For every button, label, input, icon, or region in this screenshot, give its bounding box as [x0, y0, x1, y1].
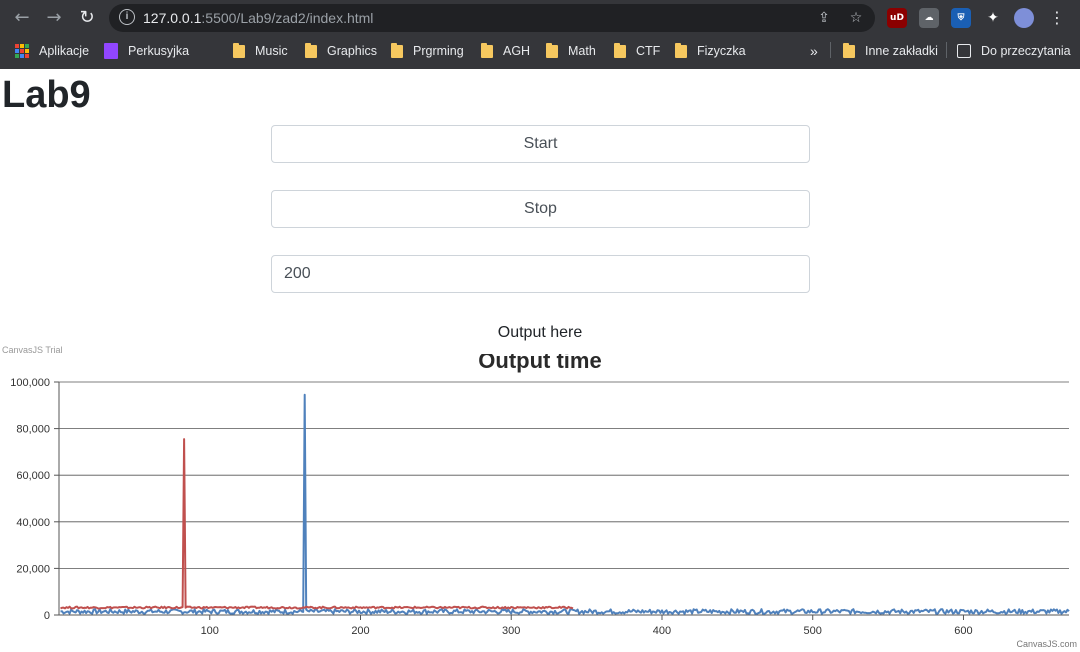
start-button[interactable]: Start	[271, 125, 810, 163]
bookmark-label: Aplikacje	[39, 44, 90, 58]
bookmark-label: CTF	[636, 44, 661, 58]
y-tick-label: 60,000	[16, 470, 50, 482]
ublock-icon[interactable]: uD	[887, 8, 907, 28]
x-tick-label: 600	[954, 625, 972, 637]
x-tick-label: 300	[502, 625, 520, 637]
canvasjs-credit-link[interactable]: CanvasJS.com	[1016, 639, 1077, 649]
bookmark-apps[interactable]: Aplikacje	[15, 41, 89, 61]
folder-icon	[233, 42, 245, 58]
y-tick-label: 40,000	[16, 517, 50, 529]
bookmarks-overflow-icon[interactable]: »	[810, 41, 818, 61]
info-icon[interactable]: i	[119, 9, 135, 25]
url-text[interactable]: 127.0.0.1:5500/Lab9/zad2/index.html	[143, 10, 373, 26]
browser-toolbar: ← → ↻ i 127.0.0.1:5500/Lab9/zad2/index.h…	[0, 0, 1080, 36]
x-tick-label: 500	[804, 625, 822, 637]
reading-list-icon	[957, 44, 971, 58]
bookmark-label: Inne zakładki	[865, 44, 938, 58]
url-path: :5500/Lab9/zad2/index.html	[201, 10, 374, 26]
bookmark-label: Fizyczka	[697, 44, 746, 58]
y-tick-label: 0	[44, 610, 50, 622]
bookmark-prgrming[interactable]: Prgrming	[391, 41, 464, 61]
folder-icon	[614, 42, 626, 58]
interval-input[interactable]: 200	[271, 255, 810, 293]
bookmark-label: Music	[255, 44, 288, 58]
avatar[interactable]	[1014, 8, 1034, 28]
chart-title: Output time	[478, 354, 601, 373]
bookmark-label: Graphics	[327, 44, 378, 58]
x-tick-label: 200	[351, 625, 369, 637]
twitch-icon	[104, 43, 118, 59]
y-tick-label: 100,000	[10, 377, 50, 389]
bookmark-divider	[830, 42, 831, 58]
output-text: Output here	[497, 324, 583, 341]
apps-grid-icon	[15, 44, 29, 58]
reading-list-label: Do przeczytania	[981, 44, 1071, 58]
bookmark-music[interactable]: Music	[233, 41, 288, 61]
series-line	[60, 438, 574, 610]
series-line	[60, 393, 1070, 615]
folder-icon	[391, 42, 403, 58]
y-tick-label: 80,000	[16, 424, 50, 436]
bookmark-math[interactable]: Math	[546, 41, 596, 61]
x-tick-label: 400	[653, 625, 671, 637]
bookmark-agh[interactable]: AGH	[481, 41, 530, 61]
folder-icon	[481, 42, 493, 58]
extension-cloud-icon[interactable]: ☁	[919, 8, 939, 28]
forward-icon[interactable]: →	[42, 6, 66, 30]
share-icon[interactable]: ⇪	[814, 8, 834, 28]
bookmark-perkusyjka[interactable]: Perkusyjka	[104, 41, 189, 61]
bookmark-fizyczka[interactable]: Fizyczka	[675, 41, 746, 61]
url-host: 127.0.0.1	[143, 10, 202, 26]
back-icon[interactable]: ←	[10, 6, 34, 30]
address-bar[interactable]: i 127.0.0.1:5500/Lab9/zad2/index.html ⇪ …	[109, 4, 875, 32]
star-icon[interactable]: ☆	[846, 8, 866, 28]
browser-chrome: ← → ↻ i 127.0.0.1:5500/Lab9/zad2/index.h…	[0, 0, 1080, 69]
folder-icon	[546, 42, 558, 58]
bookmark-label: Perkusyjka	[128, 44, 190, 58]
page-title: Lab9	[2, 74, 91, 116]
extension-shield-icon[interactable]: ⛨	[951, 8, 971, 28]
bookmark-graphics[interactable]: Graphics	[305, 41, 377, 61]
page-content: Lab9 Start Stop 200 Output here CanvasJS…	[0, 69, 1080, 652]
folder-icon	[305, 42, 317, 58]
bookmark-label: Prgrming	[413, 44, 464, 58]
bookmark-other[interactable]: Inne zakładki	[843, 41, 938, 61]
reading-list[interactable]: Do przeczytania	[957, 41, 1071, 61]
bookmark-label: AGH	[503, 44, 531, 58]
y-tick-label: 20,000	[16, 563, 50, 575]
folder-icon	[843, 42, 855, 58]
kebab-menu-icon[interactable]: ⋮	[1045, 6, 1069, 30]
reload-icon[interactable]: ↻	[75, 6, 99, 30]
stop-button[interactable]: Stop	[271, 190, 810, 228]
bookmarks-bar: Aplikacje Perkusyjka Music Graphics Prgr…	[0, 36, 1080, 66]
bookmark-divider	[946, 42, 947, 58]
bookmark-ctf[interactable]: CTF	[614, 41, 660, 61]
bookmark-label: Math	[568, 44, 596, 58]
puzzle-icon[interactable]: ✦	[983, 8, 1003, 28]
x-tick-label: 100	[201, 625, 219, 637]
output-time-chart: Output time 0 20,000 40,000 60,000 80,000 100,…	[10, 354, 1070, 637]
folder-icon	[675, 42, 687, 58]
